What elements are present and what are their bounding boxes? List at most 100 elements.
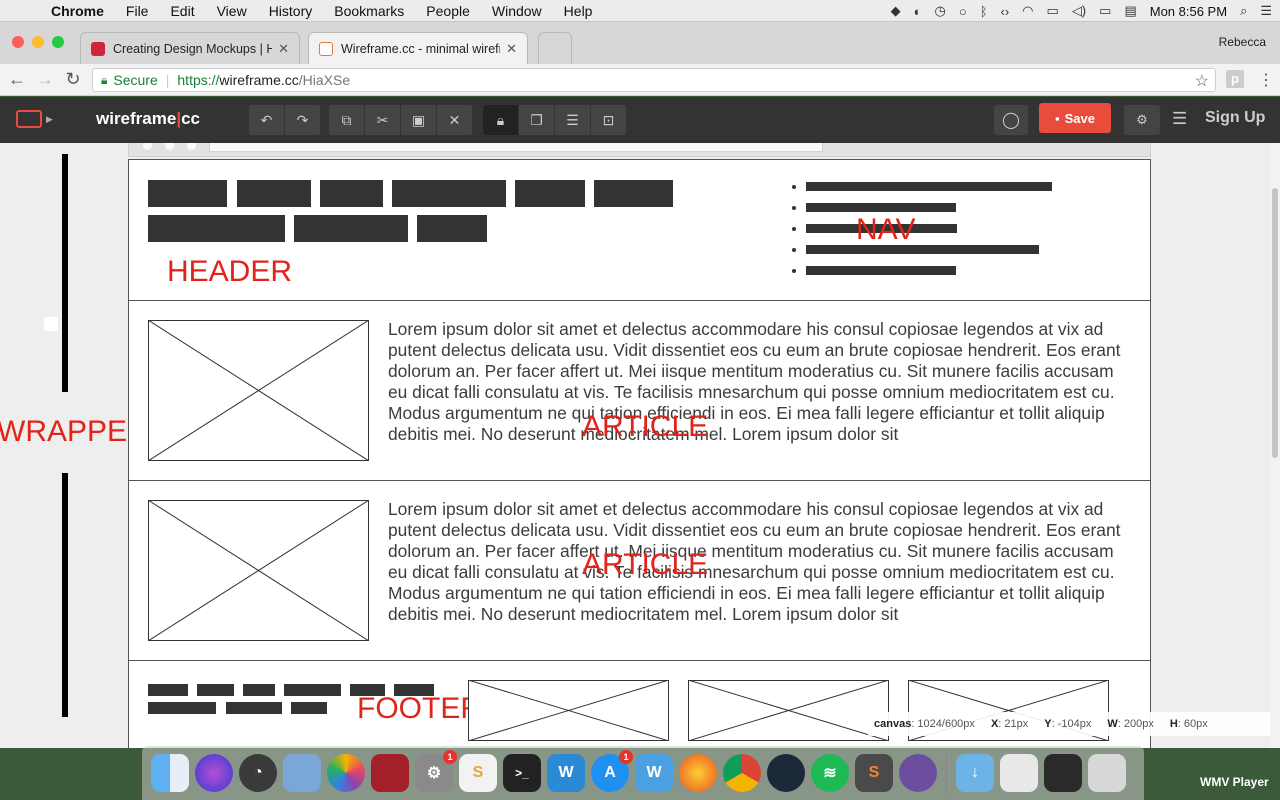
lock-button[interactable]: 🔒︎ [483, 105, 519, 135]
paste-button[interactable]: ▣ [401, 105, 437, 135]
header-menu-block[interactable] [294, 215, 408, 242]
footer-link-block[interactable] [291, 702, 327, 714]
article-label[interactable]: ARTICLE [582, 410, 708, 444]
header-menu-block[interactable] [594, 180, 673, 207]
wrapper-label[interactable]: WRAPPER [0, 415, 149, 449]
menu-help[interactable]: Help [553, 3, 604, 19]
airplay-icon[interactable]: ▭ [1047, 3, 1059, 19]
document-stack-icon[interactable] [1000, 754, 1038, 792]
save-button[interactable]: ▪ Save [1039, 103, 1111, 133]
delete-button[interactable]: ✕ [437, 105, 473, 135]
chrome-menu-icon[interactable]: ⋮ [1258, 70, 1274, 90]
notification-center-icon[interactable]: ☰ [1260, 3, 1272, 19]
photos-icon[interactable] [327, 754, 365, 792]
wunderbucket-icon[interactable]: W [635, 754, 673, 792]
wrapper-line-top[interactable] [62, 154, 68, 392]
header-menu-block[interactable] [237, 180, 311, 207]
clock[interactable]: Mon 8:56 PM [1150, 4, 1227, 19]
github-icon[interactable] [899, 754, 937, 792]
scrollbar-thumb[interactable] [1272, 188, 1278, 458]
footer-link-block[interactable] [148, 702, 216, 714]
address-bar[interactable]: 🔒︎ Secure | https:// wireframe.cc /HiaXS… [92, 68, 1216, 92]
menu-history[interactable]: History [258, 3, 324, 19]
article-paragraph[interactable]: Lorem ipsum dolor sit amet et delectus a… [388, 499, 1132, 625]
extension-p-icon[interactable]: p [1226, 70, 1244, 88]
footer-link-block[interactable] [243, 684, 275, 696]
group-button[interactable]: ⊡ [591, 105, 627, 135]
nav-list-item[interactable] [806, 182, 1052, 191]
minimize-window-icon[interactable] [32, 36, 44, 48]
lock-icon[interactable]: 🔒︎ [101, 73, 107, 88]
nav-list-item[interactable] [806, 203, 956, 212]
header-menu-block[interactable] [148, 180, 227, 207]
image-placeholder[interactable] [148, 320, 369, 461]
menu-view[interactable]: View [206, 3, 258, 19]
tab-close-icon[interactable]: ✕ [278, 41, 289, 57]
reload-icon[interactable]: ↻ [62, 69, 84, 90]
cut-button[interactable]: ✂ [365, 105, 401, 135]
system-preferences-icon[interactable]: ⚙ 1 [415, 750, 457, 792]
footer-image-placeholder[interactable] [688, 680, 889, 741]
header-label[interactable]: HEADER [167, 255, 292, 289]
preview-icon[interactable] [283, 754, 321, 792]
time-machine-icon[interactable]: ◷ [934, 3, 945, 19]
wunderlist-icon[interactable]: W [547, 754, 585, 792]
downloads-icon[interactable]: ↓ [956, 754, 994, 792]
chrome-icon[interactable] [723, 754, 761, 792]
battery-icon[interactable]: ▭ [1099, 3, 1111, 19]
tab-wireframe-cc[interactable]: Wireframe.cc - minimal wirefra ✕ [308, 32, 528, 64]
trash-icon[interactable] [1088, 754, 1126, 792]
bring-front-button[interactable]: ❐ [519, 105, 555, 135]
footer-link-block[interactable] [148, 684, 188, 696]
back-arrow-icon[interactable]: ← [6, 69, 28, 90]
firefox-icon[interactable] [679, 754, 717, 792]
sign-up-link[interactable]: Sign Up [1205, 109, 1265, 127]
forward-arrow-icon[interactable]: → [34, 69, 56, 90]
resize-handle[interactable] [44, 317, 58, 331]
tab-creating-design-mockups[interactable]: Creating Design Mockups | HT ✕ [80, 32, 300, 64]
wrapper-line-bottom[interactable] [62, 473, 68, 717]
nav-list-item[interactable] [806, 245, 1039, 254]
new-tab-button[interactable] [538, 32, 572, 64]
header-menu-block[interactable] [417, 215, 487, 242]
footer-label[interactable]: FOOTER [357, 692, 482, 726]
copy-button[interactable]: ⧉ [329, 105, 365, 135]
article-paragraph[interactable]: Lorem ipsum dolor sit amet et delectus a… [388, 319, 1132, 445]
canvas-type-button[interactable]: ▶ [16, 107, 56, 131]
sublime-text-icon[interactable]: S [855, 754, 893, 792]
footer-link-block[interactable] [284, 684, 341, 696]
messages-icon[interactable]: ○ [959, 4, 967, 19]
flag-icon[interactable]: ▤ [1124, 3, 1136, 19]
siri-icon[interactable] [195, 754, 233, 792]
hamburger-menu-icon[interactable]: ☰ [1172, 109, 1187, 129]
nav-list-item[interactable] [806, 266, 956, 275]
bluetooth-icon[interactable]: ᛒ [980, 4, 988, 19]
profile-name[interactable]: Rebecca [1219, 35, 1266, 49]
header-menu-block[interactable] [515, 180, 585, 207]
redo-button[interactable]: ↷ [285, 105, 321, 135]
menu-file[interactable]: File [115, 3, 160, 19]
settings-button[interactable]: ⚙ [1124, 105, 1160, 135]
secure-label[interactable]: Secure [113, 72, 157, 88]
bookmark-star-icon[interactable]: ☆ [1195, 71, 1209, 91]
volume-icon[interactable]: ◁) [1072, 3, 1086, 19]
menu-bookmarks[interactable]: Bookmarks [323, 3, 415, 19]
close-window-icon[interactable] [12, 36, 24, 48]
wireframe-canvas[interactable]: HEADER NAV Lorem ipsum dolor sit amet et… [128, 159, 1151, 748]
header-menu-block[interactable] [320, 180, 383, 207]
zoom-window-icon[interactable] [52, 36, 64, 48]
menu-app-name[interactable]: Chrome [40, 3, 115, 19]
footer-image-placeholder[interactable] [468, 680, 669, 741]
menu-people[interactable]: People [415, 3, 481, 19]
menu-edit[interactable]: Edit [159, 3, 205, 19]
footer-link-block[interactable] [197, 684, 234, 696]
code-icon[interactable]: ‹› [1001, 4, 1010, 19]
launchpad-icon[interactable]: ◔ [239, 754, 277, 792]
menu-window[interactable]: Window [481, 3, 553, 19]
terminal-icon[interactable]: >_ [503, 754, 541, 792]
header-menu-block[interactable] [148, 215, 285, 242]
night-mode-icon[interactable]: ◐ [914, 4, 922, 19]
spotify-icon[interactable]: ≋ [811, 754, 849, 792]
align-button[interactable]: ☰ [555, 105, 591, 135]
terminal-window-icon[interactable] [1044, 754, 1082, 792]
